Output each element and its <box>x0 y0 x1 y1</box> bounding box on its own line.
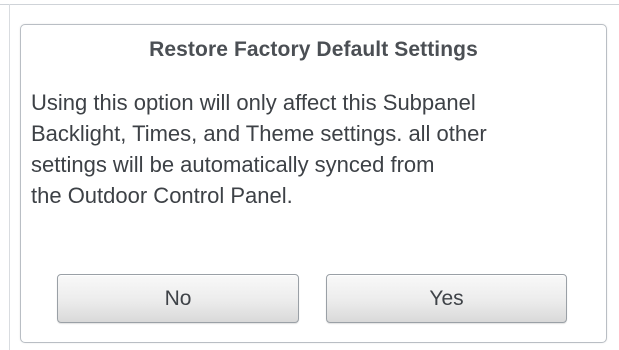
top-divider <box>0 4 619 5</box>
screen: Restore Factory Default Settings Using t… <box>0 0 619 350</box>
message-line: Using this option will only affect this … <box>31 90 476 115</box>
left-divider <box>9 4 10 350</box>
yes-button-label: Yes <box>429 286 464 310</box>
message-line: the Outdoor Control Panel. <box>31 183 293 208</box>
message-line: settings will be automatically synced fr… <box>31 152 435 177</box>
no-button-label: No <box>164 286 192 310</box>
yes-button[interactable]: Yes <box>326 274 567 323</box>
restore-defaults-dialog: Restore Factory Default Settings Using t… <box>20 24 607 343</box>
message-line: Backlight, Times, and Theme settings. al… <box>31 121 487 146</box>
dialog-title: Restore Factory Default Settings <box>149 38 478 61</box>
no-button[interactable]: No <box>57 274 299 323</box>
dialog-message: Using this option will only affect this … <box>31 87 601 211</box>
